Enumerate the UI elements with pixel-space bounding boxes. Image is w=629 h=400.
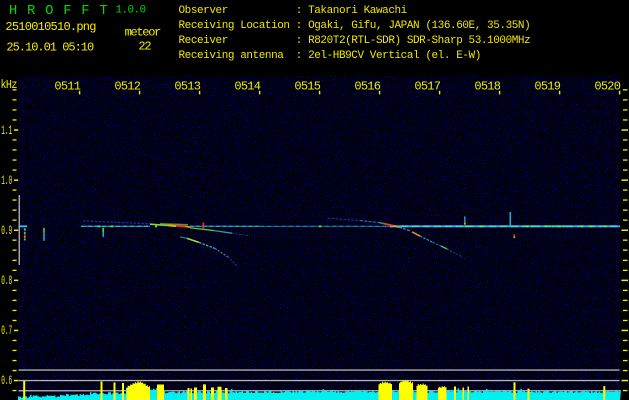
svg-text:Receiving Location : Ogaki, Gi: Receiving Location : Ogaki, Gifu, JAPAN … <box>179 20 531 32</box>
svg-text:0514: 0514 <box>234 80 260 94</box>
svg-text:kHz: kHz <box>1 79 17 92</box>
svg-text:1.0.0: 1.0.0 <box>116 5 146 17</box>
svg-text:Receiving antenna : 2el-HB9CV: Receiving antenna : 2el-HB9CV Vertical (… <box>179 50 481 62</box>
svg-text:H: H <box>9 3 17 19</box>
svg-text:25.10.01 05:10: 25.10.01 05:10 <box>6 40 94 54</box>
svg-text:O: O <box>45 3 53 19</box>
svg-text:0512: 0512 <box>114 80 140 94</box>
svg-text:2510010510.png: 2510010510.png <box>5 20 96 34</box>
svg-text:0.9: 0.9 <box>1 224 12 238</box>
svg-text:0520: 0520 <box>594 80 620 94</box>
svg-text:0.8: 0.8 <box>1 274 12 288</box>
svg-text:Receiver : R820T2(RT: Receiver : R820T2(RTL-SDR) SDR-Sharp 53.… <box>179 35 531 47</box>
svg-text:0.7: 0.7 <box>1 324 12 338</box>
svg-text:0513: 0513 <box>174 80 200 94</box>
svg-text:22: 22 <box>138 40 151 54</box>
svg-text:0515: 0515 <box>294 80 320 94</box>
svg-text:R: R <box>27 3 36 19</box>
svg-text:0516: 0516 <box>354 80 380 94</box>
svg-text:meteor: meteor <box>125 25 162 39</box>
svg-text:F: F <box>63 3 71 19</box>
svg-text:1.0: 1.0 <box>1 174 12 188</box>
svg-text:1.1: 1.1 <box>1 124 12 138</box>
svg-text:0518: 0518 <box>474 80 500 94</box>
svg-text:0519: 0519 <box>534 80 560 94</box>
svg-text:F: F <box>81 3 89 19</box>
svg-text:0511: 0511 <box>54 80 80 94</box>
svg-text:0517: 0517 <box>414 80 440 94</box>
svg-text:T: T <box>99 3 107 19</box>
svg-text:0.6: 0.6 <box>1 374 12 388</box>
svg-text:Observer : Takanori: Observer : Takanori Kawachi <box>179 5 408 17</box>
